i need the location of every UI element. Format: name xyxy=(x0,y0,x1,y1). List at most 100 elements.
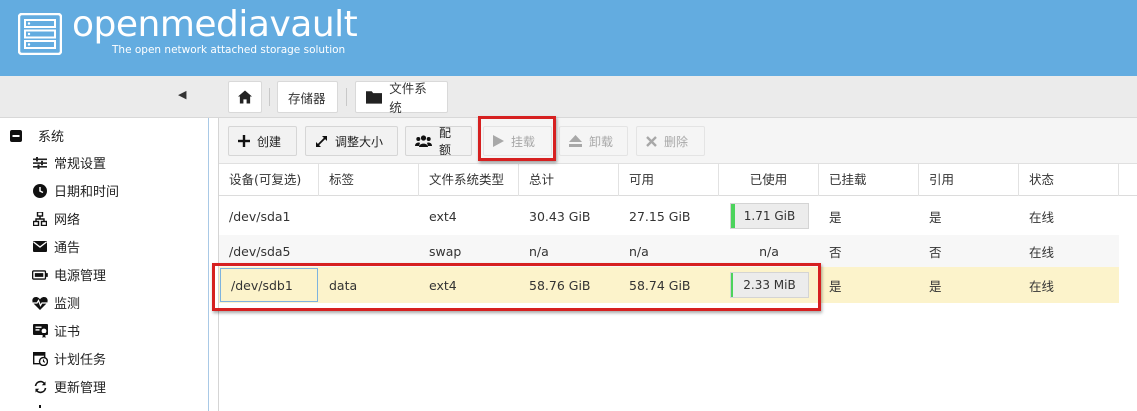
column-header-used[interactable]: 已使用 xyxy=(719,164,819,196)
sidebar-item-power[interactable]: 电源管理 xyxy=(32,265,106,284)
brand-name: openmediavault xyxy=(72,4,358,45)
usage-text: 2.33 MiB xyxy=(743,278,796,292)
cell-used: n/a xyxy=(759,243,779,259)
column-header-status[interactable]: 状态 xyxy=(1019,164,1119,196)
wrench-icon xyxy=(32,405,48,411)
cell-device: /dev/sda5 xyxy=(229,243,291,259)
sidebar-item-notification[interactable]: 通告 xyxy=(32,237,80,256)
sidebar-item-label: 日期和时间 xyxy=(54,185,120,200)
plus-icon xyxy=(238,135,250,147)
grid-header: 设备(可复选) 标签 文件系统类型 总计 可用 已使用 已挂载 引用 状态 xyxy=(219,164,1137,196)
quota-button[interactable]: 配额 xyxy=(405,126,472,157)
cell-label xyxy=(319,235,419,267)
folder-icon xyxy=(366,91,383,104)
users-icon xyxy=(415,134,432,148)
breadcrumb-storage[interactable]: 存储器 xyxy=(277,81,338,113)
usage-fill xyxy=(731,204,736,228)
table-row[interactable]: /dev/sda5 swap n/a n/a n/a 否 否 在线 xyxy=(219,235,1119,267)
mount-button-label: 挂载 xyxy=(511,134,536,149)
cell-type: ext4 xyxy=(429,277,457,293)
sidebar-item-label: 更新管理 xyxy=(54,381,107,396)
cell-total: n/a xyxy=(529,243,549,259)
app-header: openmediavault The open network attached… xyxy=(0,0,1137,76)
certificate-icon xyxy=(32,323,48,339)
column-header-device[interactable]: 设备(可复选) xyxy=(219,164,319,196)
cell-device: /dev/sdb1 xyxy=(220,268,318,302)
column-header-label[interactable]: 标签 xyxy=(319,164,419,196)
cell-type: swap xyxy=(429,243,462,259)
unmount-button[interactable]: 卸载 xyxy=(559,126,628,156)
cell-total: 30.43 GiB xyxy=(529,208,591,224)
heartbeat-icon xyxy=(32,295,48,311)
sliders-icon xyxy=(32,155,48,171)
sidebar-item-monitoring[interactable]: 监测 xyxy=(32,293,80,312)
table-row[interactable]: /dev/sda1 ext4 30.43 GiB 27.15 GiB 1.71 … xyxy=(219,197,1119,235)
home-icon xyxy=(238,90,252,104)
breadcrumb-separator xyxy=(346,88,347,106)
usage-bar: 2.33 MiB xyxy=(730,272,809,298)
sidebar-section-system[interactable]: 系统 xyxy=(8,126,64,145)
breadcrumb-separator xyxy=(269,88,270,106)
toolbar: 创建 调整大小 配额 挂载 卸载 删除 xyxy=(219,118,1137,164)
column-header-type[interactable]: 文件系统类型 xyxy=(419,164,519,196)
battery-icon xyxy=(32,267,48,283)
sidebar-item-update-management[interactable]: 更新管理 xyxy=(32,377,106,396)
cell-available: 27.15 GiB xyxy=(629,208,691,224)
mount-button[interactable]: 挂载 xyxy=(483,126,552,156)
sidebar-item-label: 通告 xyxy=(54,241,81,256)
play-icon xyxy=(493,135,504,147)
refresh-icon xyxy=(32,379,48,395)
cell-type: ext4 xyxy=(429,208,457,224)
quota-button-label: 配额 xyxy=(439,126,452,157)
column-header-total[interactable]: 总计 xyxy=(519,164,619,196)
delete-button[interactable]: 删除 xyxy=(636,126,705,156)
sidebar-item-datetime[interactable]: 日期和时间 xyxy=(32,181,119,200)
breadcrumb: ◀ 存储器 文件系统 xyxy=(0,76,1137,118)
expand-icon xyxy=(315,135,328,148)
cell-label: data xyxy=(329,277,358,293)
collapse-sidebar-icon[interactable]: ◀ xyxy=(178,88,196,106)
sidebar-item-scheduled-jobs[interactable]: 计划任务 xyxy=(32,349,106,368)
collapse-minus-icon xyxy=(8,128,24,144)
breadcrumb-filesystems[interactable]: 文件系统 xyxy=(355,81,448,115)
cell-available: 58.74 GiB xyxy=(629,277,691,293)
usage-bar: 1.71 GiB xyxy=(730,203,809,229)
sidebar-section-label: 系统 xyxy=(38,130,65,145)
sidebar-item-general[interactable]: 常规设置 xyxy=(32,153,106,172)
cell-referenced: 是 xyxy=(929,209,942,225)
sidebar-item-network[interactable]: 网络 xyxy=(32,209,80,228)
cell-available: n/a xyxy=(629,243,649,259)
envelope-icon xyxy=(32,239,48,255)
unmount-button-label: 卸载 xyxy=(589,134,614,149)
create-button-label: 创建 xyxy=(257,134,282,149)
usage-fill xyxy=(731,273,733,297)
cell-mounted: 是 xyxy=(829,209,842,225)
brand-tagline: The open network attached storage soluti… xyxy=(112,44,346,56)
table-row[interactable]: /dev/sdb1 data ext4 58.76 GiB 58.74 GiB … xyxy=(219,267,1119,303)
sidebar-item-label: 证书 xyxy=(54,325,81,340)
network-icon xyxy=(32,211,48,227)
create-button[interactable]: 创建 xyxy=(228,126,297,156)
breadcrumb-home[interactable] xyxy=(228,81,262,113)
cell-status: 在线 xyxy=(1029,209,1055,225)
resize-button-label: 调整大小 xyxy=(335,134,384,149)
close-icon xyxy=(646,135,657,147)
filesystems-panel: 创建 调整大小 配额 挂载 卸载 删除 设备(可复选) 标签 文件系统类型 总计… xyxy=(218,118,1137,411)
cell-status: 在线 xyxy=(1029,244,1055,260)
sidebar-item-label: 电源管理 xyxy=(54,269,107,284)
column-header-mounted[interactable]: 已挂载 xyxy=(819,164,919,196)
cell-mounted: 否 xyxy=(829,244,842,260)
sidebar-item-certificates[interactable]: 证书 xyxy=(32,321,80,340)
cell-device: /dev/sda1 xyxy=(229,208,291,224)
sidebar-item-partial[interactable] xyxy=(32,405,54,411)
eject-icon xyxy=(569,135,582,147)
column-header-referenced[interactable]: 引用 xyxy=(919,164,1019,196)
column-header-available[interactable]: 可用 xyxy=(619,164,719,196)
calendar-clock-icon xyxy=(32,351,48,367)
sidebar-item-label: 监测 xyxy=(54,297,81,312)
resize-button[interactable]: 调整大小 xyxy=(305,126,398,156)
sidebar: 系统 常规设置 日期和时间 网络 通告 电源管理 监测 证书 计划任务 更新管理 xyxy=(0,118,209,411)
clock-icon xyxy=(32,183,48,199)
logo-icon xyxy=(18,13,62,55)
sidebar-item-label: 网络 xyxy=(54,213,81,228)
